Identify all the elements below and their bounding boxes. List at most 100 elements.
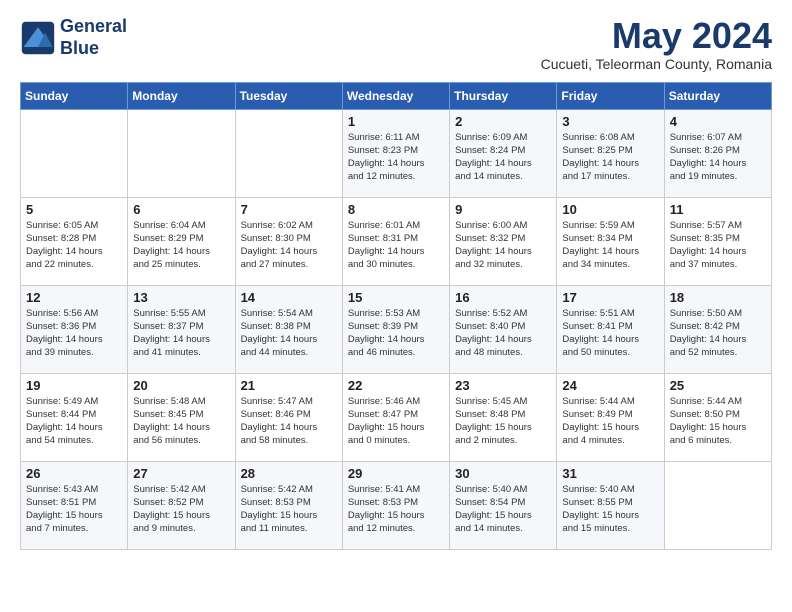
day-content: Sunrise: 6:04 AMSunset: 8:29 PMDaylight:…: [133, 219, 229, 272]
day-content: Sunrise: 5:47 AMSunset: 8:46 PMDaylight:…: [241, 395, 337, 448]
day-cell: 7 Sunrise: 6:02 AMSunset: 8:30 PMDaylight…: [235, 197, 342, 285]
day-content: Sunrise: 5:42 AMSunset: 8:53 PMDaylight:…: [241, 483, 337, 536]
day-content: Sunrise: 6:02 AMSunset: 8:30 PMDaylight:…: [241, 219, 337, 272]
date-number: 19: [26, 378, 122, 393]
day-content: Sunrise: 5:52 AMSunset: 8:40 PMDaylight:…: [455, 307, 551, 360]
date-number: 13: [133, 290, 229, 305]
day-cell: 10 Sunrise: 5:59 AMSunset: 8:34 PMDayligh…: [557, 197, 664, 285]
date-number: 22: [348, 378, 444, 393]
day-content: Sunrise: 5:54 AMSunset: 8:38 PMDaylight:…: [241, 307, 337, 360]
date-number: 9: [455, 202, 551, 217]
day-cell: 28Sunrise: 5:42 AMSunset: 8:53 PMDayligh…: [235, 461, 342, 549]
date-number: 8: [348, 202, 444, 217]
week-row-5: 26Sunrise: 5:43 AMSunset: 8:51 PMDayligh…: [21, 461, 772, 549]
day-cell: 9Sunrise: 6:00 AMSunset: 8:32 PMDaylight…: [450, 197, 557, 285]
day-cell: 31Sunrise: 5:40 AMSunset: 8:55 PMDayligh…: [557, 461, 664, 549]
day-content: Sunrise: 5:49 AMSunset: 8:44 PMDaylight:…: [26, 395, 122, 448]
day-cell: 2 Sunrise: 6:09 AMSunset: 8:24 PMDaylight…: [450, 109, 557, 197]
day-cell: 18 Sunrise: 5:50 AMSunset: 8:42 PMDayligh…: [664, 285, 771, 373]
day-content: Sunrise: 5:48 AMSunset: 8:45 PMDaylight:…: [133, 395, 229, 448]
date-number: 1: [348, 114, 444, 129]
weekday-header-sunday: Sunday: [21, 82, 128, 109]
day-cell: 14Sunrise: 5:54 AMSunset: 8:38 PMDayligh…: [235, 285, 342, 373]
date-number: 20: [133, 378, 229, 393]
day-cell: 24 Sunrise: 5:44 AMSunset: 8:49 PMDayligh…: [557, 373, 664, 461]
logo-line1: General: [60, 16, 127, 38]
day-content: Sunrise: 6:09 AMSunset: 8:24 PMDaylight:…: [455, 131, 551, 184]
day-cell: 26Sunrise: 5:43 AMSunset: 8:51 PMDayligh…: [21, 461, 128, 549]
week-row-1: 1 Sunrise: 6:11 AMSunset: 8:23 PMDaylight…: [21, 109, 772, 197]
date-number: 4: [670, 114, 766, 129]
day-content: Sunrise: 5:43 AMSunset: 8:51 PMDaylight:…: [26, 483, 122, 536]
day-content: Sunrise: 5:44 AMSunset: 8:49 PMDaylight:…: [562, 395, 658, 448]
date-number: 27: [133, 466, 229, 481]
day-content: Sunrise: 5:56 AMSunset: 8:36 PMDaylight:…: [26, 307, 122, 360]
date-number: 23: [455, 378, 551, 393]
date-number: 12: [26, 290, 122, 305]
day-cell: 12 Sunrise: 5:56 AMSunset: 8:36 PMDayligh…: [21, 285, 128, 373]
date-number: 17: [562, 290, 658, 305]
day-cell: 16Sunrise: 5:52 AMSunset: 8:40 PMDayligh…: [450, 285, 557, 373]
day-content: Sunrise: 5:40 AMSunset: 8:54 PMDaylight:…: [455, 483, 551, 536]
weekday-header-tuesday: Tuesday: [235, 82, 342, 109]
day-cell: 29 Sunrise: 5:41 AMSunset: 8:53 PMDayligh…: [342, 461, 449, 549]
day-content: Sunrise: 6:11 AMSunset: 8:23 PMDaylight:…: [348, 131, 444, 184]
day-content: Sunrise: 6:05 AMSunset: 8:28 PMDaylight:…: [26, 219, 122, 272]
date-number: 3: [562, 114, 658, 129]
calendar-table: SundayMondayTuesdayWednesdayThursdayFrid…: [20, 82, 772, 550]
location-subtitle: Cucueti, Teleorman County, Romania: [541, 56, 772, 72]
day-content: Sunrise: 5:40 AMSunset: 8:55 PMDaylight:…: [562, 483, 658, 536]
date-number: 29: [348, 466, 444, 481]
day-content: Sunrise: 5:57 AMSunset: 8:35 PMDaylight:…: [670, 219, 766, 272]
date-number: 18: [670, 290, 766, 305]
date-number: 24: [562, 378, 658, 393]
week-row-3: 12 Sunrise: 5:56 AMSunset: 8:36 PMDayligh…: [21, 285, 772, 373]
day-cell: 19 Sunrise: 5:49 AMSunset: 8:44 PMDayligh…: [21, 373, 128, 461]
day-cell: 4 Sunrise: 6:07 AMSunset: 8:26 PMDaylight…: [664, 109, 771, 197]
day-content: Sunrise: 6:01 AMSunset: 8:31 PMDaylight:…: [348, 219, 444, 272]
day-cell: [128, 109, 235, 197]
day-content: Sunrise: 5:51 AMSunset: 8:41 PMDaylight:…: [562, 307, 658, 360]
title-area: May 2024 Cucueti, Teleorman County, Roma…: [541, 16, 772, 72]
day-content: Sunrise: 5:42 AMSunset: 8:52 PMDaylight:…: [133, 483, 229, 536]
logo: General Blue: [20, 16, 127, 59]
day-content: Sunrise: 5:50 AMSunset: 8:42 PMDaylight:…: [670, 307, 766, 360]
day-content: Sunrise: 5:59 AMSunset: 8:34 PMDaylight:…: [562, 219, 658, 272]
day-content: Sunrise: 5:45 AMSunset: 8:48 PMDaylight:…: [455, 395, 551, 448]
weekday-header-saturday: Saturday: [664, 82, 771, 109]
day-cell: 25 Sunrise: 5:44 AMSunset: 8:50 PMDayligh…: [664, 373, 771, 461]
day-cell: 1 Sunrise: 6:11 AMSunset: 8:23 PMDaylight…: [342, 109, 449, 197]
day-cell: 21 Sunrise: 5:47 AMSunset: 8:46 PMDayligh…: [235, 373, 342, 461]
date-number: 21: [241, 378, 337, 393]
day-cell: 30 Sunrise: 5:40 AMSunset: 8:54 PMDayligh…: [450, 461, 557, 549]
logo-line2: Blue: [60, 38, 127, 60]
day-cell: 8 Sunrise: 6:01 AMSunset: 8:31 PMDaylight…: [342, 197, 449, 285]
day-content: Sunrise: 5:55 AMSunset: 8:37 PMDaylight:…: [133, 307, 229, 360]
day-content: Sunrise: 5:44 AMSunset: 8:50 PMDaylight:…: [670, 395, 766, 448]
date-number: 6: [133, 202, 229, 217]
day-cell: [21, 109, 128, 197]
day-content: Sunrise: 5:53 AMSunset: 8:39 PMDaylight:…: [348, 307, 444, 360]
date-number: 15: [348, 290, 444, 305]
date-number: 25: [670, 378, 766, 393]
date-number: 30: [455, 466, 551, 481]
day-cell: 3 Sunrise: 6:08 AMSunset: 8:25 PMDaylight…: [557, 109, 664, 197]
date-number: 11: [670, 202, 766, 217]
day-content: Sunrise: 5:41 AMSunset: 8:53 PMDaylight:…: [348, 483, 444, 536]
day-cell: 11 Sunrise: 5:57 AMSunset: 8:35 PMDayligh…: [664, 197, 771, 285]
weekday-header-wednesday: Wednesday: [342, 82, 449, 109]
day-content: Sunrise: 6:08 AMSunset: 8:25 PMDaylight:…: [562, 131, 658, 184]
day-cell: 13 Sunrise: 5:55 AMSunset: 8:37 PMDayligh…: [128, 285, 235, 373]
day-cell: 22 Sunrise: 5:46 AMSunset: 8:47 PMDayligh…: [342, 373, 449, 461]
date-number: 10: [562, 202, 658, 217]
weekday-header-thursday: Thursday: [450, 82, 557, 109]
date-number: 5: [26, 202, 122, 217]
day-cell: 17 Sunrise: 5:51 AMSunset: 8:41 PMDayligh…: [557, 285, 664, 373]
day-cell: 20 Sunrise: 5:48 AMSunset: 8:45 PMDayligh…: [128, 373, 235, 461]
date-number: 2: [455, 114, 551, 129]
week-row-4: 19 Sunrise: 5:49 AMSunset: 8:44 PMDayligh…: [21, 373, 772, 461]
date-number: 7: [241, 202, 337, 217]
day-cell: 5 Sunrise: 6:05 AMSunset: 8:28 PMDaylight…: [21, 197, 128, 285]
day-content: Sunrise: 5:46 AMSunset: 8:47 PMDaylight:…: [348, 395, 444, 448]
day-content: Sunrise: 6:07 AMSunset: 8:26 PMDaylight:…: [670, 131, 766, 184]
